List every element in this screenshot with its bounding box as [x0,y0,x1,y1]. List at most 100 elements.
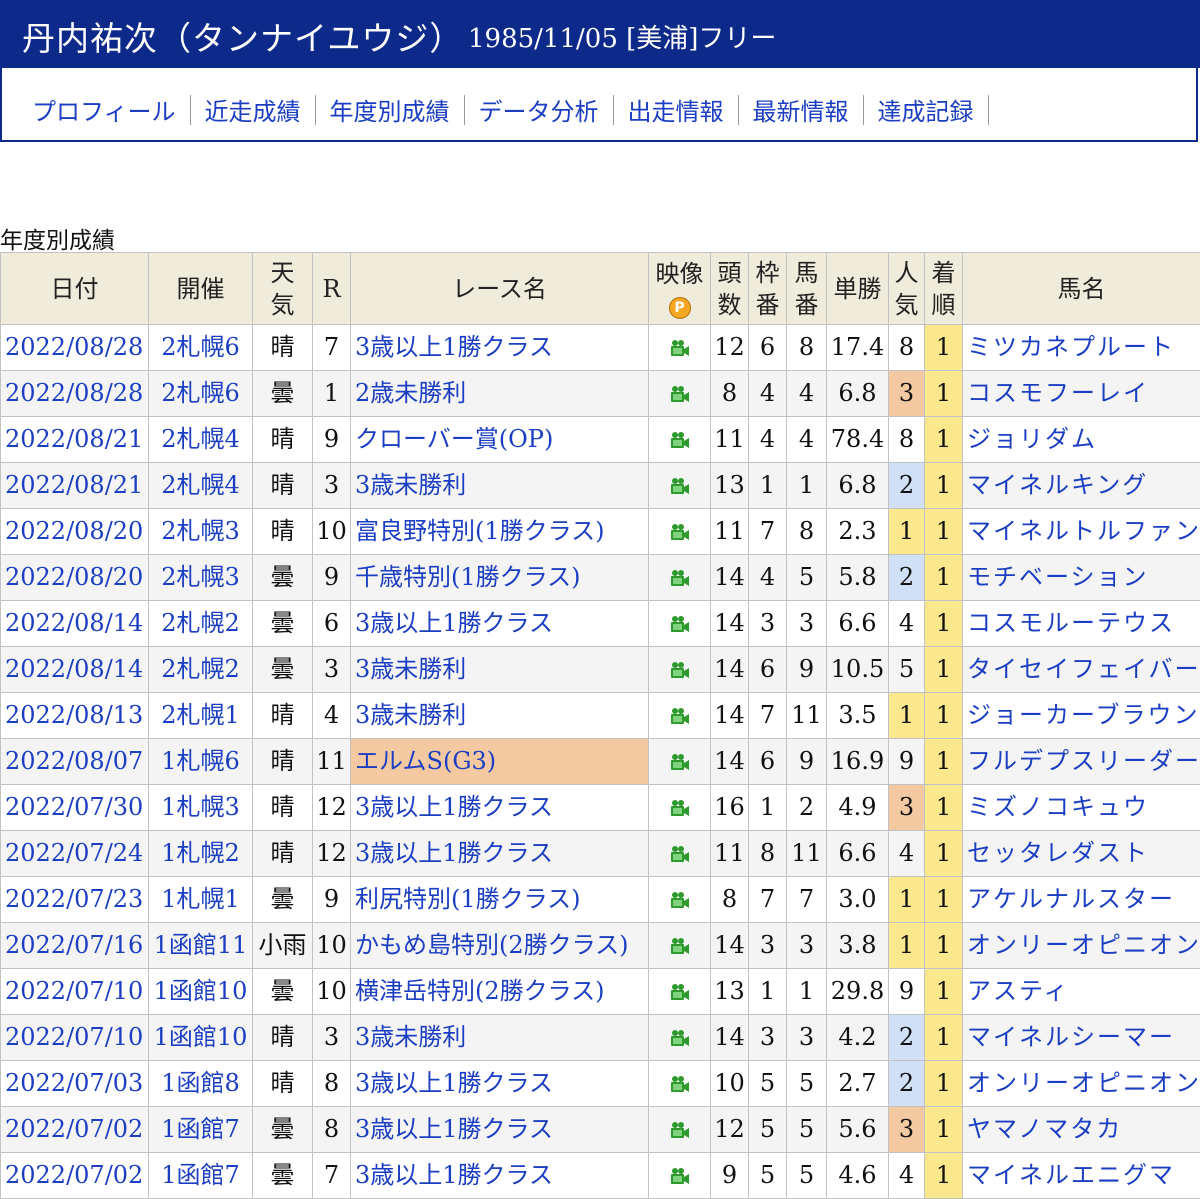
cell-horse[interactable]: マイネルエニグマ [963,1153,1200,1199]
cell-video[interactable] [649,417,711,463]
cell-video[interactable] [649,831,711,877]
cell-date[interactable]: 2022/08/21 [1,417,149,463]
cell-video[interactable] [649,601,711,647]
cell-horse[interactable]: モチベーション [963,555,1200,601]
nav-tab-recent-results[interactable]: 近走成績 [205,92,301,127]
cell-horse[interactable]: アスティ [963,969,1200,1015]
cell-date[interactable]: 2022/08/07 [1,739,149,785]
cell-horse[interactable]: フルデプスリーダー [963,739,1200,785]
video-camera-icon[interactable] [669,1069,691,1097]
cell-video[interactable] [649,555,711,601]
cell-venue[interactable]: 2札幌6 [149,325,253,371]
cell-video[interactable] [649,1153,711,1199]
cell-horse[interactable]: ヤマノマタカ [963,1107,1200,1153]
cell-date[interactable]: 2022/07/23 [1,877,149,923]
cell-video[interactable] [649,647,711,693]
cell-video[interactable] [649,1107,711,1153]
cell-horse[interactable]: アケルナルスター [963,877,1200,923]
cell-venue[interactable]: 1札幌1 [149,877,253,923]
cell-date[interactable]: 2022/07/30 [1,785,149,831]
cell-horse[interactable]: ジョーカーブラウン [963,693,1200,739]
cell-venue[interactable]: 1函館10 [149,969,253,1015]
cell-race-name[interactable]: 利尻特別(1勝クラス) [351,877,649,923]
video-camera-icon[interactable] [669,655,691,683]
cell-race-name[interactable]: エルムS(G3) [351,739,649,785]
video-camera-icon[interactable] [669,471,691,499]
cell-venue[interactable]: 2札幌2 [149,647,253,693]
video-camera-icon[interactable] [669,885,691,913]
cell-horse[interactable]: セッタレダスト [963,831,1200,877]
video-camera-icon[interactable] [669,563,691,591]
cell-venue[interactable]: 2札幌2 [149,601,253,647]
cell-horse[interactable]: マイネルキング [963,463,1200,509]
cell-date[interactable]: 2022/07/16 [1,923,149,969]
video-camera-icon[interactable] [669,379,691,407]
cell-video[interactable] [649,969,711,1015]
cell-venue[interactable]: 1函館7 [149,1153,253,1199]
cell-date[interactable]: 2022/08/21 [1,463,149,509]
cell-venue[interactable]: 2札幌3 [149,509,253,555]
cell-video[interactable] [649,509,711,555]
cell-date[interactable]: 2022/08/14 [1,647,149,693]
video-camera-icon[interactable] [669,333,691,361]
cell-video[interactable] [649,1015,711,1061]
cell-race-name[interactable]: 3歳以上1勝クラス [351,831,649,877]
cell-race-name[interactable]: 3歳以上1勝クラス [351,1107,649,1153]
cell-race-name[interactable]: 3歳以上1勝クラス [351,325,649,371]
cell-date[interactable]: 2022/07/10 [1,969,149,1015]
cell-venue[interactable]: 1札幌3 [149,785,253,831]
cell-video[interactable] [649,463,711,509]
cell-race-name[interactable]: 千歳特別(1勝クラス) [351,555,649,601]
cell-race-name[interactable]: 3歳以上1勝クラス [351,1061,649,1107]
cell-video[interactable] [649,325,711,371]
cell-video[interactable] [649,785,711,831]
cell-race-name[interactable]: 横津岳特別(2勝クラス) [351,969,649,1015]
video-camera-icon[interactable] [669,793,691,821]
cell-race-name[interactable]: 3歳以上1勝クラス [351,1153,649,1199]
cell-venue[interactable]: 1函館8 [149,1061,253,1107]
video-camera-icon[interactable] [669,747,691,775]
nav-tab-achievements[interactable]: 達成記録 [878,92,974,127]
cell-venue[interactable]: 2札幌6 [149,371,253,417]
cell-horse[interactable]: ミツカネプルート [963,325,1200,371]
cell-video[interactable] [649,1061,711,1107]
cell-horse[interactable]: ミズノコキュウ [963,785,1200,831]
cell-video[interactable] [649,693,711,739]
cell-video[interactable] [649,877,711,923]
cell-venue[interactable]: 1函館11 [149,923,253,969]
cell-venue[interactable]: 2札幌3 [149,555,253,601]
cell-race-name[interactable]: 3歳未勝利 [351,463,649,509]
nav-tab-profile[interactable]: プロフィール [32,92,176,127]
cell-race-name[interactable]: 富良野特別(1勝クラス) [351,509,649,555]
video-camera-icon[interactable] [669,1161,691,1189]
cell-race-name[interactable]: 3歳未勝利 [351,693,649,739]
cell-date[interactable]: 2022/07/24 [1,831,149,877]
cell-date[interactable]: 2022/07/02 [1,1153,149,1199]
video-camera-icon[interactable] [669,977,691,1005]
cell-venue[interactable]: 2札幌1 [149,693,253,739]
cell-horse[interactable]: コスモルーテウス [963,601,1200,647]
cell-race-name[interactable]: かもめ島特別(2勝クラス) [351,923,649,969]
cell-race-name[interactable]: 3歳以上1勝クラス [351,601,649,647]
nav-tab-yearly-results[interactable]: 年度別成績 [330,92,450,127]
cell-horse[interactable]: ジョリダム [963,417,1200,463]
cell-venue[interactable]: 1函館7 [149,1107,253,1153]
cell-horse[interactable]: オンリーオピニオン [963,1061,1200,1107]
video-camera-icon[interactable] [669,425,691,453]
cell-video[interactable] [649,739,711,785]
cell-race-name[interactable]: クローバー賞(OP) [351,417,649,463]
cell-venue[interactable]: 1函館10 [149,1015,253,1061]
cell-horse[interactable]: マイネルシーマー [963,1015,1200,1061]
video-camera-icon[interactable] [669,1115,691,1143]
cell-date[interactable]: 2022/08/13 [1,693,149,739]
cell-race-name[interactable]: 3歳未勝利 [351,1015,649,1061]
video-camera-icon[interactable] [669,931,691,959]
video-camera-icon[interactable] [669,839,691,867]
cell-venue[interactable]: 1札幌2 [149,831,253,877]
cell-date[interactable]: 2022/07/02 [1,1107,149,1153]
nav-tab-data-analysis[interactable]: データ分析 [479,92,599,127]
cell-horse[interactable]: オンリーオピニオン [963,923,1200,969]
cell-video[interactable] [649,371,711,417]
cell-date[interactable]: 2022/07/10 [1,1015,149,1061]
cell-date[interactable]: 2022/08/28 [1,325,149,371]
